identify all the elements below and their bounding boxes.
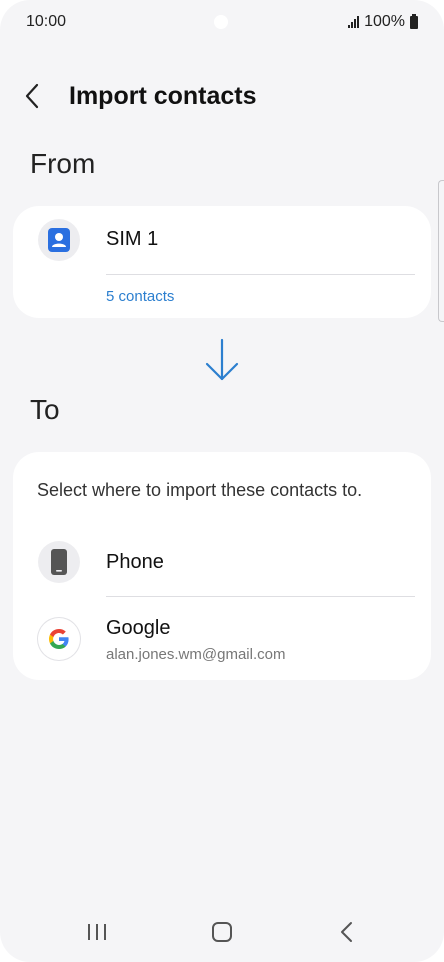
phone-icon-wrap [38, 541, 80, 583]
chevron-left-icon [25, 83, 39, 109]
phone-device-icon [51, 549, 67, 575]
google-icon-wrap [38, 618, 80, 660]
option-label: Google [106, 617, 171, 639]
status-right: 100% [348, 13, 418, 31]
divider [106, 274, 415, 275]
nav-back-button[interactable] [334, 918, 358, 946]
home-icon [212, 922, 232, 942]
back-button[interactable] [24, 74, 54, 118]
battery-percent: 100% [364, 13, 405, 30]
google-icon [49, 629, 69, 649]
signal-icon [348, 16, 360, 28]
scroll-indicator[interactable] [438, 180, 444, 322]
contact-card-icon [48, 228, 70, 252]
destination-card: Select where to import these contacts to… [13, 452, 431, 680]
to-heading: To [30, 394, 60, 425]
page-title: Import contacts [69, 81, 257, 110]
status-bar: 10:00 100% [0, 0, 444, 46]
status-time: 10:00 [26, 13, 67, 30]
from-heading: From [30, 148, 96, 179]
divider [106, 596, 415, 597]
source-name: SIM 1 [106, 228, 159, 250]
recent-apps-button[interactable] [84, 918, 110, 946]
arrow-down-icon [205, 338, 239, 381]
option-phone[interactable]: Phone [13, 532, 431, 594]
option-google[interactable]: Google alan.jones.wm@gmail.com [13, 602, 431, 670]
account-email: alan.jones.wm@gmail.com [106, 646, 286, 663]
recent-apps-icon [88, 924, 106, 940]
home-button[interactable] [208, 918, 236, 946]
source-card: SIM 1 5 contacts [13, 206, 431, 318]
destination-description: Select where to import these contacts to… [37, 480, 363, 500]
option-label: Phone [106, 551, 164, 573]
navigation-bar [0, 900, 444, 962]
header: Import contacts [24, 74, 257, 118]
contacts-count-link[interactable]: 5 contacts [106, 288, 174, 305]
sim-contact-icon-wrap [38, 219, 80, 261]
screen: 10:00 100% Import contacts From SIM 1 5 … [0, 0, 444, 962]
battery-icon [410, 13, 418, 29]
back-icon [341, 922, 352, 942]
camera-cutout [214, 15, 228, 29]
